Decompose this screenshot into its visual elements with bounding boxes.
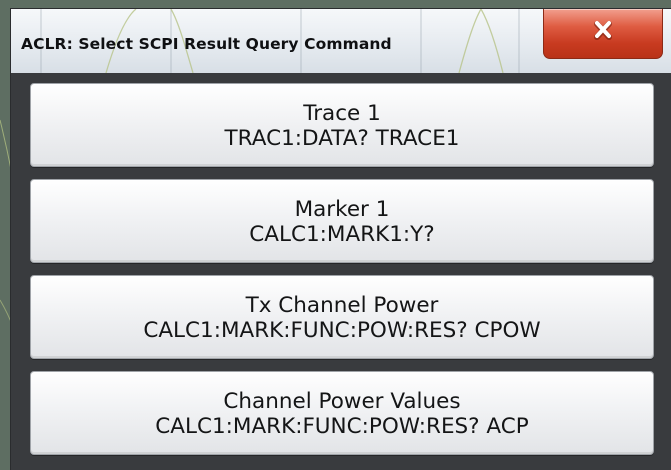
button-label: Tx Channel Power [245, 293, 439, 318]
close-icon [594, 21, 612, 40]
button-label: Marker 1 [294, 197, 390, 222]
dialog-title-bar: ACLR: Select SCPI Result Query Command [11, 9, 671, 73]
button-command: TRAC1:DATA? TRACE1 [224, 126, 460, 151]
button-label: Trace 1 [303, 101, 381, 126]
trace-1-button[interactable]: Trace 1 TRAC1:DATA? TRACE1 [30, 83, 654, 167]
dialog-title: ACLR: Select SCPI Result Query Command [21, 35, 392, 53]
button-command: CALC1:MARK1:Y? [249, 222, 435, 247]
marker-1-button[interactable]: Marker 1 CALC1:MARK1:Y? [30, 179, 654, 263]
tx-channel-power-button[interactable]: Tx Channel Power CALC1:MARK:FUNC:POW:RES… [30, 275, 654, 359]
close-button[interactable] [543, 9, 663, 59]
scpi-query-dialog: ACLR: Select SCPI Result Query Command T… [10, 8, 671, 470]
button-command: CALC1:MARK:FUNC:POW:RES? ACP [155, 414, 529, 439]
button-command: CALC1:MARK:FUNC:POW:RES? CPOW [143, 318, 541, 343]
button-label: Channel Power Values [223, 389, 461, 414]
channel-power-values-button[interactable]: Channel Power Values CALC1:MARK:FUNC:POW… [30, 371, 654, 455]
